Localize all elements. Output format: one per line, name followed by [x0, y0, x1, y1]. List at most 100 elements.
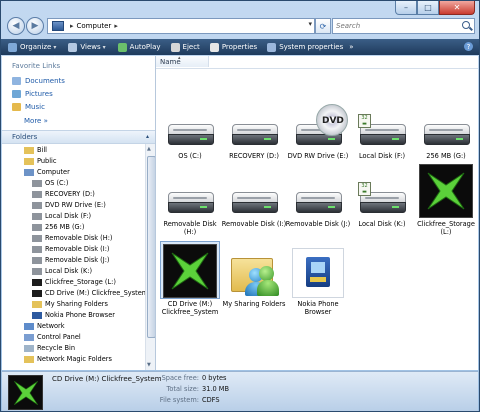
back-button[interactable]: ◀	[7, 17, 25, 35]
forward-arrow-icon: ▶	[31, 21, 39, 31]
drive-item[interactable]: RECOVERY (D:)	[223, 94, 285, 160]
drive-item[interactable]: My Sharing Folders	[223, 242, 285, 308]
drive-item-label: Removable Disk (I:)	[221, 220, 287, 228]
address-bar[interactable]: ▸ Computer ▸ ▾	[47, 18, 315, 34]
scroll-down-icon[interactable]: ▼	[147, 362, 151, 368]
caption-buttons: – □ ✕	[395, 1, 475, 15]
drive-item[interactable]: 32 ▬ Local Disk (K:)	[351, 162, 413, 228]
drive-item[interactable]: Removable Disk (H:)	[159, 162, 221, 236]
tree-item-label: Removable Disk (J:)	[45, 256, 110, 264]
tree-item-icon	[32, 234, 42, 242]
minimize-button[interactable]: –	[395, 1, 417, 15]
navigation-bar: ◀ ▶ ▸ Computer ▸ ▾ ⟳	[1, 15, 479, 37]
tree-item[interactable]: CD Drive (M:) Clickfree_System	[32, 288, 145, 298]
drive-item[interactable]: Nokia Phone Browser	[287, 242, 349, 316]
hard-drive-icon	[289, 162, 347, 218]
scroll-up-icon[interactable]: ▲	[147, 146, 151, 152]
collapse-icon[interactable]: ▴	[146, 133, 149, 140]
tree-item-label: Removable Disk (H:)	[45, 234, 113, 242]
breadcrumb-arrow[interactable]: ▸	[70, 22, 74, 30]
drive-item[interactable]: Removable Disk (J:)	[285, 162, 351, 228]
total-size-row: Total size: 31.0 MB	[135, 385, 229, 393]
close-button[interactable]: ✕	[439, 1, 475, 15]
tree-item-label: Public	[37, 157, 57, 165]
navigation-pane: Favorite Links Documents Pictures Music …	[2, 56, 156, 370]
tree-item[interactable]: Nokia Phone Browser	[32, 310, 115, 320]
tree-item[interactable]: OS (C:)	[32, 178, 68, 188]
favorite-music[interactable]: Music	[12, 103, 45, 111]
toolbar-overflow-button[interactable]: »	[349, 43, 353, 51]
system-properties-icon	[267, 42, 277, 52]
tree-item[interactable]: Recycle Bin	[24, 343, 75, 353]
drive-item[interactable]: CD Drive (M:) Clickfree_System	[159, 241, 221, 316]
autoplay-icon	[117, 42, 127, 52]
tree-item[interactable]: Local Disk (K:)	[32, 266, 92, 276]
tree-item[interactable]: RECOVERY (D:)	[32, 189, 95, 199]
eject-button[interactable]: Eject	[170, 42, 200, 52]
drive-item[interactable]: DVD DVD RW Drive (E:)	[287, 94, 349, 160]
tree-item-label: Control Panel	[37, 333, 81, 341]
tree-scrollbar[interactable]: ▲ ▼	[145, 144, 155, 370]
drive-item-label: CD Drive (M:) Clickfree_System	[161, 300, 219, 316]
autoplay-button[interactable]: AutoPlay	[117, 42, 161, 52]
scroll-thumb[interactable]	[147, 156, 155, 338]
tree-item[interactable]: Public	[24, 156, 57, 166]
properties-button[interactable]: Properties	[209, 42, 257, 52]
tree-item-label: DVD RW Drive (E:)	[45, 201, 106, 209]
folders-heading: Folders	[12, 133, 38, 141]
search-input[interactable]	[333, 19, 458, 33]
tree-item[interactable]: 256 MB (G:)	[32, 222, 84, 232]
tree-item-icon	[24, 355, 34, 363]
back-arrow-icon: ◀	[12, 21, 20, 31]
favorite-documents[interactable]: Documents	[12, 77, 65, 85]
computer-icon	[52, 21, 64, 31]
drive-item[interactable]: Clickfree_Storage (L:)	[415, 162, 477, 236]
folders-header[interactable]: Folders ▴	[2, 130, 155, 144]
tree-item-label: Network	[37, 322, 65, 330]
forward-button[interactable]: ▶	[26, 17, 44, 35]
tree-item[interactable]: Network Magic Folders	[24, 354, 112, 364]
tree-item[interactable]: Bill	[24, 145, 47, 155]
sharing-folder-icon	[225, 242, 283, 298]
tree-item[interactable]: Removable Disk (H:)	[32, 233, 113, 243]
documents-icon	[12, 77, 21, 85]
address-dropdown-icon[interactable]: ▾	[308, 20, 312, 28]
hard-drive-icon	[161, 162, 219, 218]
help-button[interactable]: ?	[464, 42, 473, 51]
breadcrumb-computer[interactable]: Computer	[77, 22, 112, 30]
tree-item[interactable]: Network	[24, 321, 65, 331]
dvd-disc-icon: DVD	[316, 104, 348, 136]
tree-item-icon	[32, 245, 42, 253]
tree-item[interactable]: Clickfree_Storage (L:)	[32, 277, 116, 287]
search-icon[interactable]	[462, 21, 470, 29]
organize-button[interactable]: Organize ▾	[8, 42, 57, 52]
tree-item[interactable]: Control Panel	[24, 332, 81, 342]
drive-item-label: Removable Disk (J:)	[285, 220, 351, 228]
hard-drive-icon: 32 ▬	[353, 162, 411, 218]
drive-item[interactable]: OS (C:)	[159, 94, 221, 160]
maximize-button[interactable]: □	[417, 1, 439, 15]
refresh-button[interactable]: ⟳	[315, 18, 331, 34]
drive-item[interactable]: 256 MB (G:)	[415, 94, 477, 160]
tree-item-label: OS (C:)	[45, 179, 69, 187]
breadcrumb-arrow[interactable]: ▸	[114, 22, 118, 30]
document-badge-icon: 32 ▬	[358, 114, 371, 128]
system-properties-button[interactable]: System properties	[267, 42, 343, 52]
tree-item[interactable]: Computer	[24, 167, 70, 177]
tree-item[interactable]: My Sharing Folders	[32, 299, 108, 309]
name-column-header[interactable]: Name	[156, 56, 209, 67]
views-button[interactable]: Views ▾	[68, 42, 106, 52]
tree-item[interactable]: Removable Disk (I:)	[32, 244, 109, 254]
tree-item-icon	[32, 278, 42, 286]
tree-item-icon	[32, 201, 42, 209]
tree-item[interactable]: Removable Disk (J:)	[32, 255, 109, 265]
tree-item-icon	[24, 344, 34, 352]
tree-item[interactable]: DVD RW Drive (E:)	[32, 200, 106, 210]
drive-item[interactable]: 32 ▬ Local Disk (F:)	[351, 94, 413, 160]
favorite-pictures[interactable]: Pictures	[12, 90, 53, 98]
tree-item-icon	[32, 300, 42, 308]
chevron-down-icon: ▾	[53, 43, 57, 51]
more-favorites-link[interactable]: More »	[24, 117, 48, 125]
drive-item[interactable]: Removable Disk (I:)	[221, 162, 287, 228]
tree-item[interactable]: Local Disk (F:)	[32, 211, 91, 221]
